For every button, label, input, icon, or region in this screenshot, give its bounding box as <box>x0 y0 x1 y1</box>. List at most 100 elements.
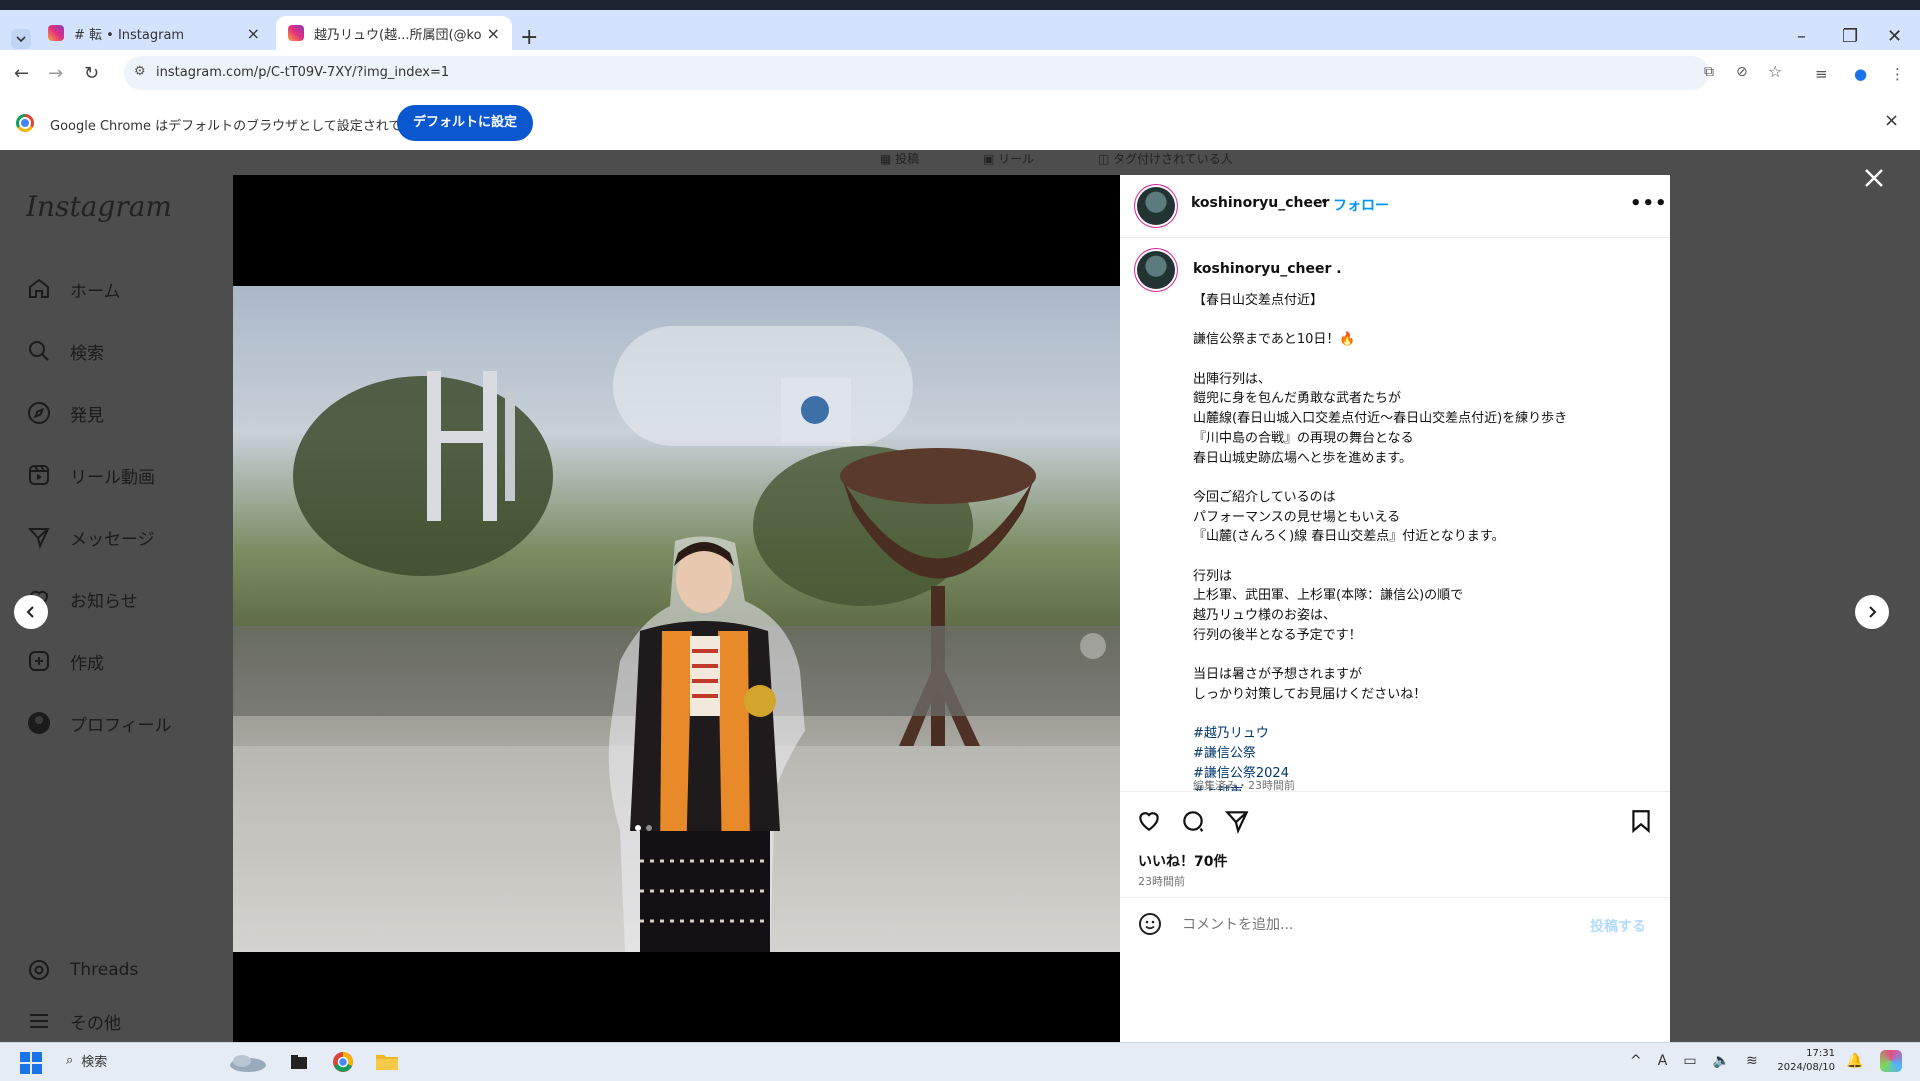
copilot-icon[interactable] <box>1880 1050 1902 1072</box>
sidebar-item-label: その他 <box>70 1013 121 1034</box>
new-tab-button[interactable]: + <box>520 25 538 50</box>
hashtag-link[interactable]: #謙信公祭 <box>1193 744 1653 764</box>
browser-tab-1[interactable]: # 転 • Instagram × <box>36 16 272 50</box>
notification-bell-icon[interactable]: 🔔 <box>1846 1053 1863 1069</box>
folder-icon[interactable] <box>374 1050 400 1074</box>
send-icon <box>26 524 52 550</box>
tab-posts: ▦ 投稿 <box>880 152 920 166</box>
chrome-logo-icon <box>16 114 34 132</box>
wifi-icon[interactable]: ≋ <box>1746 1053 1758 1069</box>
site-info-icon[interactable]: ⚙ <box>134 64 146 79</box>
sidebar-item-create[interactable]: 作成 <box>26 648 104 674</box>
next-post-button[interactable] <box>1855 595 1889 629</box>
browser-tab-2-active[interactable]: 越乃リュウ(越...所属団(@koshino × <box>276 16 512 50</box>
sidebar-item-label: 発見 <box>70 405 104 426</box>
sidebar-item-messages[interactable]: メッセージ <box>26 524 155 550</box>
cast-icon[interactable]: ⧉ <box>1704 64 1714 80</box>
sidebar-item-reels[interactable]: リール動画 <box>26 462 155 488</box>
hashtag-link[interactable]: #越乃リュウ <box>1193 724 1653 744</box>
minimize-button[interactable]: – <box>1797 26 1806 47</box>
infobar-close-button[interactable]: × <box>1884 110 1899 131</box>
author-avatar[interactable] <box>1137 187 1175 225</box>
sidebar-item-profile[interactable]: プロフィール <box>26 710 172 736</box>
weather-widget-icon[interactable] <box>226 1050 270 1074</box>
sidebar-item-threads[interactable]: Threads <box>26 957 138 983</box>
media-control-icon[interactable]: ≡ <box>1815 65 1828 83</box>
carousel-dot <box>646 825 652 831</box>
save-bookmark-icon[interactable] <box>1628 808 1654 834</box>
forward-arrow-icon[interactable]: → <box>48 63 63 84</box>
chrome-taskbar-icon[interactable] <box>330 1050 356 1074</box>
sidebar-item-search[interactable]: 検索 <box>26 338 104 364</box>
home-icon <box>26 276 52 302</box>
windows-start-icon[interactable] <box>20 1052 42 1074</box>
taskbar-search[interactable]: ⌕ 検索 <box>66 1051 107 1070</box>
author-username[interactable]: koshinoryu_cheer <box>1191 195 1329 211</box>
caption-line: 鎧兜に身を包んだ勇敢な武者たちが <box>1193 391 1402 407</box>
caption-line: 春日山城史跡広場へと歩を進めます。 <box>1193 450 1413 466</box>
share-send-icon[interactable] <box>1224 808 1250 834</box>
post-comment-button[interactable]: 投稿する <box>1590 916 1646 936</box>
instagram-favicon-icon <box>288 25 304 41</box>
bookmark-star-icon[interactable]: ☆ <box>1768 62 1782 81</box>
sidebar-item-label: メッセージ <box>70 529 155 550</box>
caption-line <box>1193 645 1653 665</box>
clock-time: 17:31 <box>1806 1048 1835 1059</box>
url-text[interactable]: instagram.com/p/C-tT09V-7XY/?img_index=1 <box>156 65 449 80</box>
photo-cloud <box>613 326 913 446</box>
chrome-menu-icon[interactable]: ⋮ <box>1890 65 1905 83</box>
previous-post-button[interactable] <box>14 595 48 629</box>
post-media <box>233 175 1120 1042</box>
comment-composer: 投稿する <box>1120 897 1670 1042</box>
profile-icon[interactable]: ● <box>1854 65 1867 83</box>
sidebar-item-more[interactable]: その他 <box>26 1008 121 1034</box>
comment-input[interactable] <box>1180 912 1564 938</box>
sidebar-item-home[interactable]: ホーム <box>26 276 121 302</box>
plus-square-icon <box>26 648 52 674</box>
carousel-dot-active <box>635 825 641 831</box>
more-options-icon[interactable]: ••• <box>1630 193 1668 214</box>
tab-list-chevron-icon[interactable] <box>10 28 32 50</box>
media-next-button[interactable] <box>1080 633 1106 659</box>
like-count[interactable]: いいね！70件 <box>1138 851 1227 871</box>
file-explorer-icon[interactable] <box>286 1050 312 1074</box>
caption-line: パフォーマンスの見せ場ともいえる <box>1193 509 1401 525</box>
sidebar-item-label: お知らせ <box>70 591 138 612</box>
eye-off-icon[interactable]: ⊘ <box>1736 64 1748 80</box>
emoji-icon[interactable] <box>1138 912 1162 936</box>
caption-avatar[interactable] <box>1137 251 1175 289</box>
reload-icon[interactable]: ↻ <box>84 63 99 84</box>
menu-icon <box>26 1008 52 1034</box>
tab-close-button[interactable]: × <box>487 24 500 43</box>
sidebar-item-explore[interactable]: 発見 <box>26 400 104 426</box>
volume-icon[interactable]: 🔈 <box>1713 1053 1730 1069</box>
window-close-button[interactable]: ✕ <box>1887 26 1902 47</box>
os-title-strip <box>0 0 1920 10</box>
follow-button[interactable]: フォロー <box>1333 195 1389 215</box>
set-default-button[interactable]: デフォルトに設定 <box>397 105 534 141</box>
caption-line: 越乃リュウ様のお姿は、 <box>1193 608 1337 623</box>
search-icon <box>26 338 52 364</box>
caption-username[interactable]: koshinoryu_cheer . <box>1193 261 1342 277</box>
back-arrow-icon[interactable]: ← <box>14 63 29 84</box>
chevron-right-icon <box>1865 605 1879 619</box>
instagram-page-dimmed: ▦ 投稿 ▣ リール ◫ タグ付けされている人 Instagram ホーム 検索… <box>0 150 1920 1042</box>
restore-button[interactable]: ❐ <box>1842 26 1858 47</box>
caption-line: 今回ご紹介しているのは <box>1193 489 1336 505</box>
reels-icon <box>26 462 52 488</box>
ime-icon[interactable]: A <box>1658 1053 1668 1069</box>
comment-bubble-icon[interactable] <box>1180 808 1206 834</box>
caption-line: 出陣行列は、 <box>1193 371 1272 387</box>
caption-line <box>1193 350 1653 370</box>
caption-line: 上杉軍、武田軍、上杉軍(本隊：謙信公)の順で <box>1193 588 1464 604</box>
omnibox[interactable]: ⚙ instagram.com/p/C-tT09V-7XY/?img_index… <box>124 56 1782 90</box>
modal-close-icon[interactable] <box>1858 162 1890 194</box>
instagram-logo[interactable]: Instagram <box>26 190 172 223</box>
display-icon[interactable]: ▭ <box>1683 1053 1696 1069</box>
tab-close-button[interactable]: × <box>247 24 260 43</box>
like-heart-icon[interactable] <box>1136 808 1162 834</box>
sidebar-item-label: 検索 <box>70 343 104 364</box>
tray-chevron-up-icon[interactable]: ^ <box>1630 1053 1642 1069</box>
profile-tabs-behind-overlay: ▦ 投稿 ▣ リール ◫ タグ付けされている人 <box>880 150 1293 167</box>
taskbar-clock[interactable]: 17:31 2024/08/10 <box>1775 1047 1835 1075</box>
